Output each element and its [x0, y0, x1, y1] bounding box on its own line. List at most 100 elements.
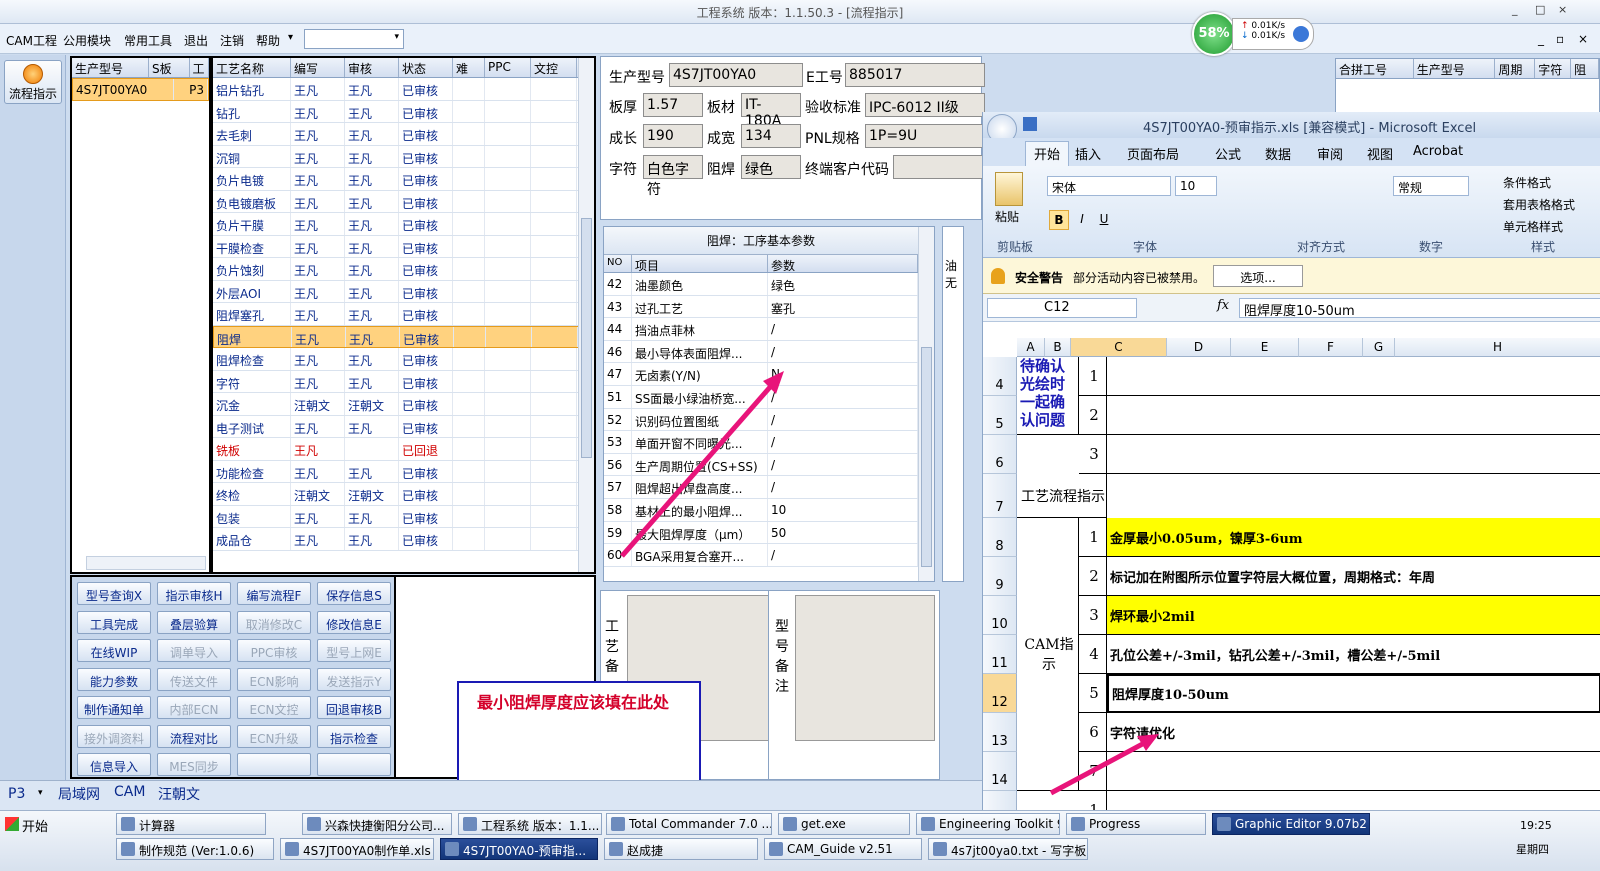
- process-row[interactable]: 负片电镀 王凡 王凡 已审核: [213, 168, 594, 191]
- param-row[interactable]: 58 基材上的最小阻焊... 10: [604, 498, 918, 522]
- process-row[interactable]: 阻焊 王凡 王凡 已审核: [213, 325, 594, 348]
- col-merge-model[interactable]: 生产型号: [1414, 59, 1496, 78]
- action-button[interactable]: MES同步: [157, 753, 231, 776]
- process-row[interactable]: 功能检查 王凡 王凡 已审核: [213, 460, 594, 483]
- process-col-0[interactable]: 工艺名称: [213, 58, 291, 77]
- taskbar-item[interactable]: 4s7jt00ya0.txt - 写字板: [928, 838, 1088, 860]
- menu-exit[interactable]: 退出: [184, 32, 208, 49]
- formula-input[interactable]: 阻焊厚度10-50um: [1239, 298, 1600, 319]
- excel-tab[interactable]: 开始: [1025, 141, 1070, 167]
- cell-c[interactable]: 金厚最小0.05um，镍厚3-6um: [1107, 518, 1600, 557]
- row-header[interactable]: 14: [983, 752, 1017, 791]
- thickness-field[interactable]: 1.57: [643, 93, 703, 117]
- name-box[interactable]: C12: [987, 298, 1137, 318]
- action-button[interactable]: [317, 753, 391, 776]
- menu-help[interactable]: 帮助: [256, 32, 280, 49]
- action-button[interactable]: 叠层验算: [157, 610, 231, 634]
- plus-icon[interactable]: [1293, 26, 1309, 42]
- taskbar-item[interactable]: 制作规范 (Ver:1.0.6): [116, 838, 274, 860]
- action-button[interactable]: 保存信息S: [317, 582, 391, 605]
- action-button[interactable]: 指示检查: [317, 724, 391, 748]
- paste-label[interactable]: 粘贴: [995, 208, 1019, 225]
- param-row[interactable]: 47 无卤素(Y/N) N: [604, 363, 918, 386]
- col-header[interactable]: B: [1045, 338, 1071, 357]
- param-row[interactable]: 42 油墨颜色 绿色: [604, 273, 918, 296]
- font-size-select[interactable]: 10: [1175, 176, 1217, 196]
- cell-style-button[interactable]: 单元格样式: [1503, 216, 1575, 238]
- width-field[interactable]: 134: [741, 124, 801, 148]
- process-row[interactable]: 去毛刺 王凡 王凡 已审核: [213, 123, 594, 146]
- process-col-6[interactable]: 文控: [531, 58, 577, 77]
- excel-tab[interactable]: 插入: [1075, 144, 1101, 163]
- excel-tab[interactable]: 公式: [1215, 144, 1241, 163]
- action-button[interactable]: ECN文控: [237, 696, 311, 719]
- cell-b[interactable]: 1: [1079, 518, 1107, 557]
- process-col-4[interactable]: 难: [453, 58, 485, 77]
- col-header[interactable]: A: [1017, 338, 1045, 357]
- param-row[interactable]: 57 阻焊超出焊盘高度... /: [604, 476, 918, 499]
- model-hscroll[interactable]: [86, 556, 206, 570]
- process-row[interactable]: 负电镀磨板 王凡 王凡 已审核: [213, 190, 594, 213]
- paste-icon[interactable]: [995, 172, 1023, 206]
- taskbar-item[interactable]: 赵成捷: [604, 838, 758, 860]
- taskbar-item[interactable]: get.exe: [778, 813, 910, 835]
- fx-icon[interactable]: fx: [1217, 298, 1229, 313]
- action-button[interactable]: 型号查询X: [77, 582, 151, 605]
- param-row[interactable]: 53 单面开窗不同曝光... /: [604, 431, 918, 454]
- process-row[interactable]: 外层AOI 王凡 王凡 已审核: [213, 280, 594, 303]
- process-row[interactable]: 沉铜 王凡 王凡 已审核: [213, 145, 594, 168]
- action-button[interactable]: 接外调资料: [77, 724, 151, 748]
- p3-dropdown-icon[interactable]: ▾: [38, 788, 43, 798]
- action-button[interactable]: 工具完成: [77, 610, 151, 634]
- close-button[interactable]: ×: [1558, 3, 1567, 16]
- cell-b[interactable]: 4: [1079, 635, 1107, 674]
- taskbar-item[interactable]: Engineering Toolkit 9.0...: [916, 813, 1060, 835]
- cell-c[interactable]: [1107, 791, 1600, 810]
- param-row[interactable]: 60 BGA采用复合塞开... /: [604, 544, 918, 567]
- row-header[interactable]: 9: [983, 557, 1017, 596]
- cell-c[interactable]: [1107, 357, 1600, 396]
- cell-a-confirm[interactable]: 待确认光绘时一起确认问题: [1017, 357, 1079, 435]
- col-merge-char[interactable]: 字符: [1535, 59, 1572, 78]
- taskbar-item[interactable]: 4S7JT00YA0-预审指...: [440, 838, 598, 860]
- process-row[interactable]: 干膜检查 王凡 王凡 已审核: [213, 235, 594, 258]
- row-header[interactable]: 8: [983, 518, 1017, 557]
- col-header[interactable]: F: [1299, 338, 1363, 357]
- taskbar-item[interactable]: 计算器: [116, 813, 266, 835]
- action-button[interactable]: 编写流程F: [237, 582, 311, 605]
- cell-b[interactable]: 6: [1079, 713, 1107, 752]
- cell-b[interactable]: 3: [1079, 435, 1107, 474]
- tab-cam[interactable]: CAM: [114, 784, 145, 800]
- taskbar-item[interactable]: 兴森快捷衡阳分公司...: [302, 813, 452, 835]
- param-row[interactable]: 43 过孔工艺 塞孔: [604, 295, 918, 319]
- cell-b[interactable]: 7: [1079, 752, 1107, 791]
- menu-logout[interactable]: 注销: [220, 32, 244, 49]
- underline-button[interactable]: U: [1095, 210, 1113, 230]
- action-button[interactable]: 发送指示Y: [317, 667, 391, 691]
- col-merge-z[interactable]: 阻: [1571, 59, 1599, 78]
- row-header[interactable]: 15: [983, 791, 1017, 810]
- taskbar-item[interactable]: 4S7JT00YA0制作单.xls ...: [280, 838, 434, 860]
- cell-c[interactable]: 阻焊厚度10-50um: [1107, 674, 1600, 713]
- action-button[interactable]: 传送文件: [157, 667, 231, 691]
- menu-help-dropdown-icon[interactable]: ▾: [288, 32, 293, 43]
- action-button[interactable]: 回退审核B: [317, 696, 391, 719]
- minimize-button[interactable]: _: [1512, 3, 1518, 16]
- cell-a-flow[interactable]: 工艺流程指示: [1017, 474, 1107, 518]
- row-header[interactable]: 10: [983, 596, 1017, 635]
- cell-b[interactable]: 3: [1079, 596, 1107, 635]
- col-merge-period[interactable]: 周期: [1495, 59, 1536, 78]
- flow-indicator-button[interactable]: 流程指示: [4, 60, 62, 104]
- param-row[interactable]: 56 生产周期位置(CS+SS) /: [604, 453, 918, 477]
- standard-field[interactable]: IPC-6012 II级: [865, 93, 985, 117]
- inner-restore-button[interactable]: ▫: [1556, 32, 1564, 46]
- action-button[interactable]: 指示审核H: [157, 582, 231, 605]
- process-row[interactable]: 铣板 王凡 已回退: [213, 438, 594, 461]
- process-row[interactable]: 铝片钻孔 王凡 王凡 已审核: [213, 78, 594, 101]
- action-button[interactable]: 型号上网E: [317, 639, 391, 662]
- col-param[interactable]: 参数: [768, 255, 918, 272]
- col-item[interactable]: 项目: [632, 255, 768, 272]
- action-button[interactable]: 信息导入: [77, 753, 151, 776]
- col-header[interactable]: G: [1363, 338, 1395, 357]
- action-button[interactable]: 制作通知单: [77, 696, 151, 719]
